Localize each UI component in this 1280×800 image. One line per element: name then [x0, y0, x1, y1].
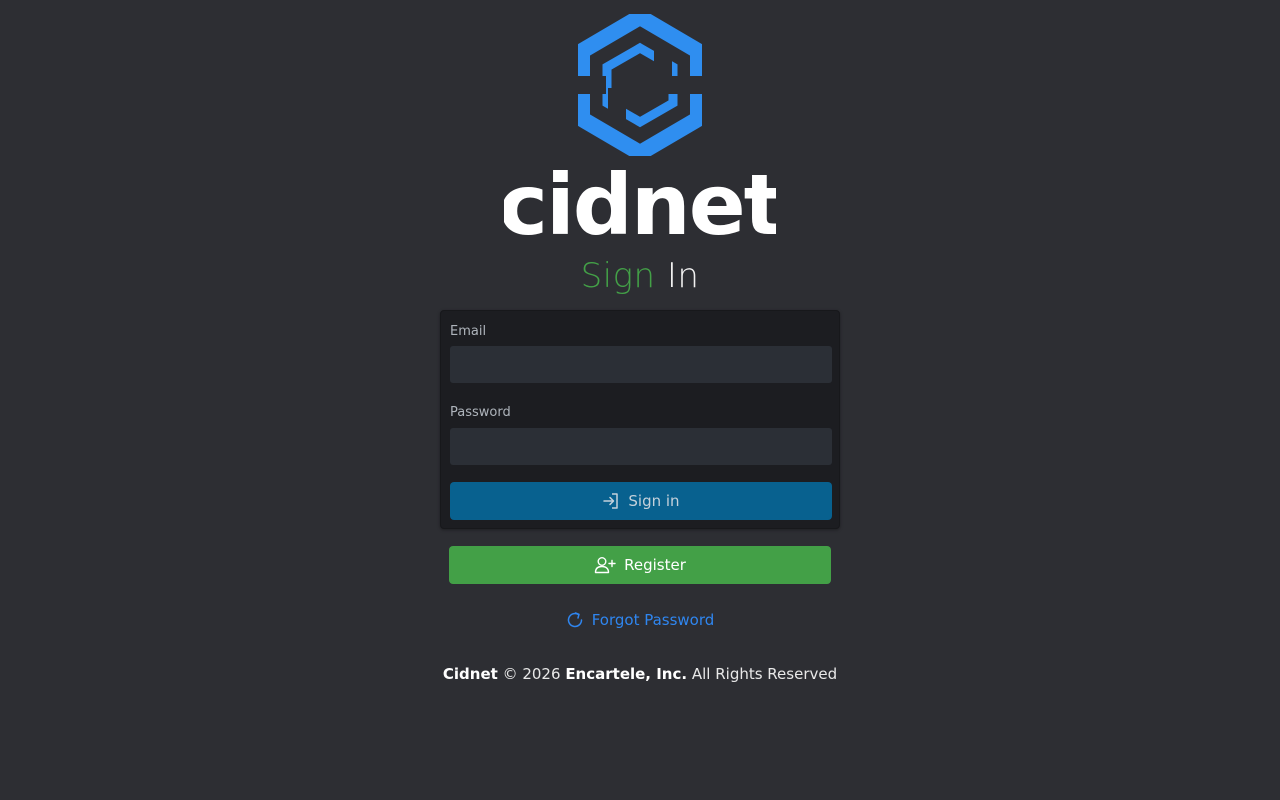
title-word-in: In: [666, 256, 700, 296]
forgot-password-label: Forgot Password: [591, 611, 715, 629]
forgot-password-link[interactable]: Forgot Password: [0, 608, 1280, 632]
title-word-sign: Sign: [580, 256, 656, 296]
sign-in-label: Sign in: [628, 492, 680, 510]
footer-company: Cidnet: [442, 665, 498, 683]
sign-in-card: Email Password Sign in: [440, 310, 840, 529]
sign-in-page: cidnet Sign In Email Password Sign in Re…: [0, 0, 1280, 800]
footer-copyright: Cidnet © 2026 Encartele, Inc. All Rights…: [0, 665, 1280, 683]
hexagon-c-logo-icon: [578, 14, 702, 156]
brand-name: cidnet: [504, 160, 776, 240]
footer-owner: Encartele, Inc.: [565, 665, 688, 683]
cidnet-wordmark: cidnet: [504, 160, 776, 240]
email-label: Email: [450, 324, 487, 339]
password-field[interactable]: [450, 428, 832, 465]
sign-in-button[interactable]: Sign in: [450, 482, 832, 520]
password-label: Password: [450, 405, 511, 420]
footer-copyright-year: © 2026: [502, 665, 561, 683]
user-plus-icon: [594, 557, 616, 574]
footer-rights: All Rights Reserved: [691, 665, 838, 683]
refresh-icon: [567, 612, 582, 628]
page-title: Sign In: [0, 256, 1280, 296]
sign-in-arrow-icon: [603, 493, 619, 509]
register-label: Register: [624, 556, 686, 574]
email-field[interactable]: [450, 346, 832, 383]
register-button[interactable]: Register: [449, 546, 831, 584]
